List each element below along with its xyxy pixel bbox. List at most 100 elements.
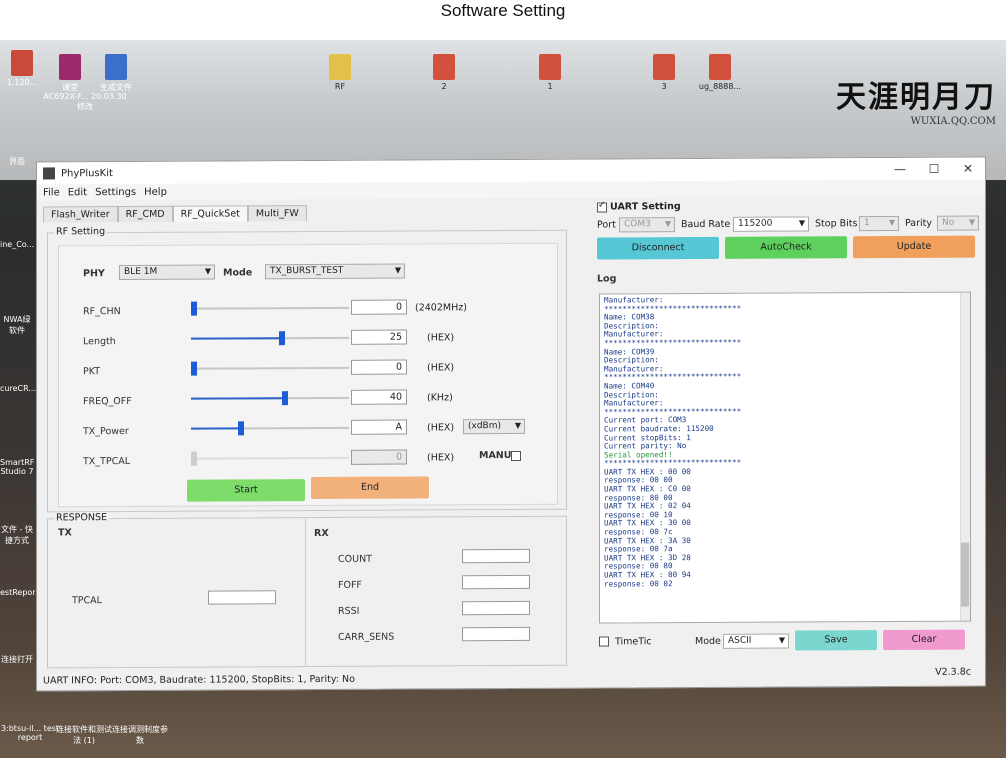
start-button[interactable]: Start — [187, 479, 305, 502]
tab-multi-fw[interactable]: Multi_FW — [247, 205, 307, 222]
desktop-icon[interactable]: ug_8888... — [690, 54, 750, 91]
window-title: PhyPlusKit — [61, 167, 113, 179]
param-row-pkt: PKT 0 (HEX) — [59, 244, 557, 377]
desktop-side-icon[interactable]: 连接打开 — [0, 654, 34, 665]
freq-off-slider[interactable] — [191, 391, 349, 406]
update-button[interactable]: Update — [853, 235, 975, 259]
rx-carr-sens-label: CARR_SENS — [338, 631, 395, 643]
desktop-icon[interactable]: AC692X-F... 20.03.30修改 — [40, 92, 130, 112]
desktop-icon[interactable]: 1 — [530, 54, 570, 91]
param-unit: (HEX) — [427, 362, 455, 374]
length-slider[interactable] — [191, 331, 349, 346]
winrar-icon — [59, 54, 81, 80]
desktop-icon[interactable]: 3 — [644, 54, 684, 91]
uart-setting-checkbox[interactable] — [597, 201, 607, 213]
slider-thumb[interactable] — [191, 301, 197, 316]
desktop-icon[interactable]: 3:btsu-il... test report — [0, 724, 60, 742]
phy-label: PHY — [83, 268, 105, 280]
phy-select[interactable]: BLE 1M ▼ — [119, 264, 215, 281]
chevron-down-icon: ▼ — [204, 266, 211, 276]
uart-setting-header: UART Setting — [597, 201, 681, 212]
baud-rate-label: Baud Rate — [681, 218, 731, 231]
uart-config-row: Port COM3 ▼ Baud Rate 115200 ▼ Stop Bits 1… — [597, 215, 981, 234]
tx-tpcal-slider[interactable] — [191, 451, 349, 466]
rx-count-field[interactable] — [462, 548, 530, 564]
desktop-side-icon[interactable]: cureCR... — [0, 384, 36, 393]
port-select[interactable]: COM3 ▼ — [619, 217, 675, 233]
close-button[interactable]: ✕ — [951, 162, 985, 176]
desktop-side-icon[interactable]: ine_Co... — [0, 240, 34, 249]
right-pane: UART Setting Port COM3▼ Baud Rate 115200… — [595, 196, 985, 678]
freq-off-input[interactable]: 40 — [351, 389, 407, 405]
ppt-file-icon — [433, 54, 455, 80]
scrollbar-thumb[interactable] — [961, 542, 969, 607]
rx-carr-sens-field[interactable] — [462, 626, 530, 642]
stop-bits-select[interactable]: 1 ▼ — [859, 215, 899, 232]
response-group: RESPONSE TX TPCAL RX COUNT FOFF RSSI CAR… — [47, 512, 567, 669]
menu-file[interactable]: File — [43, 187, 60, 198]
tx-power-input[interactable]: A — [351, 419, 407, 435]
desktop-side-icon[interactable]: 文件 - 快捷方式 — [0, 524, 34, 546]
rx-rssi-field[interactable] — [462, 600, 530, 616]
pkt-input[interactable]: 0 — [351, 359, 407, 375]
dbm-select[interactable]: (xdBm) ▼ — [463, 418, 525, 435]
uart-info-status: UART INFO: Port: COM3, Baudrate: 115200,… — [43, 673, 355, 687]
desktop-icon[interactable]: 2 — [424, 54, 464, 91]
ppt-file-icon — [539, 54, 561, 80]
length-input[interactable]: 25 — [351, 329, 407, 345]
log-scrollbar[interactable] — [960, 292, 970, 621]
menu-edit[interactable]: Edit — [68, 187, 87, 198]
parity-select[interactable]: No ▼ — [937, 215, 979, 231]
save-button[interactable]: Save — [795, 630, 877, 651]
rf-chn-input[interactable]: 0 — [351, 299, 407, 315]
desktop-icon[interactable]: 1.120... — [2, 50, 42, 87]
autocheck-button[interactable]: AutoCheck — [725, 236, 847, 259]
end-button[interactable]: End — [311, 476, 429, 500]
maximize-button[interactable]: ☐ — [917, 162, 951, 176]
desktop-icon[interactable]: RF — [320, 54, 360, 91]
slider-thumb[interactable] — [191, 361, 197, 376]
rx-count-label: COUNT — [338, 553, 372, 565]
desktop-side-icon[interactable]: 界面 — [0, 156, 34, 167]
slider-thumb[interactable] — [238, 421, 244, 436]
chevron-down-icon: ▼ — [664, 219, 671, 229]
manu-checkbox[interactable] — [511, 450, 521, 461]
param-row-freq-off: FREQ_OFF 40 (KHz) — [59, 244, 557, 407]
param-unit: (KHz) — [427, 392, 453, 404]
desktop-icon[interactable]: 生成文件 — [96, 54, 136, 93]
timetic-checkbox[interactable] — [599, 636, 609, 647]
log-mode-select[interactable]: ASCII ▼ — [723, 633, 789, 649]
tab-flash-writer[interactable]: Flash_Writer — [43, 206, 118, 223]
tab-rf-cmd[interactable]: RF_CMD — [117, 205, 173, 223]
menu-help[interactable]: Help — [144, 186, 167, 197]
menu-settings[interactable]: Settings — [95, 186, 136, 197]
uart-setting-title: UART Setting — [610, 201, 681, 213]
param-label: PKT — [83, 366, 101, 378]
desktop-side-icon[interactable]: SmartRF Studio 7 — [0, 458, 34, 476]
rf-chn-slider[interactable] — [191, 301, 349, 316]
disconnect-button[interactable]: Disconnect — [597, 236, 719, 260]
tx-tpcal-input[interactable]: 0 — [351, 449, 407, 465]
desktop-icon[interactable]: 连接调测制度参数 — [112, 724, 168, 746]
rx-foff-field[interactable] — [462, 574, 530, 590]
slider-thumb[interactable] — [279, 331, 285, 346]
param-unit: (HEX) — [427, 422, 455, 434]
log-mode-label: Mode — [695, 635, 721, 648]
pkt-slider[interactable] — [191, 361, 349, 376]
desktop-side-icon[interactable]: estRepor — [0, 588, 36, 597]
manu-label: MANU — [479, 449, 512, 462]
slider-thumb[interactable] — [191, 451, 197, 466]
tab-rf-quickset[interactable]: RF_QuickSet — [172, 205, 248, 222]
slider-thumb[interactable] — [282, 391, 288, 406]
log-output[interactable]: Manufacturer: ***************************… — [599, 291, 971, 624]
baud-rate-select[interactable]: 115200 ▼ — [733, 216, 809, 232]
minimize-button[interactable]: — — [883, 162, 917, 176]
desktop-icon[interactable]: 连接软件和测试法 (1) — [56, 724, 112, 746]
clear-button[interactable]: Clear — [883, 629, 965, 651]
mode-select[interactable]: TX_BURST_TEST ▼ — [265, 263, 405, 280]
tx-power-slider[interactable] — [191, 421, 349, 436]
tpcal-field[interactable] — [208, 590, 276, 605]
desktop-side-icon[interactable]: NWA绿软件 — [0, 314, 34, 336]
log-title: Log — [597, 273, 617, 285]
desktop-icon[interactable]: 课堂 — [50, 54, 90, 93]
